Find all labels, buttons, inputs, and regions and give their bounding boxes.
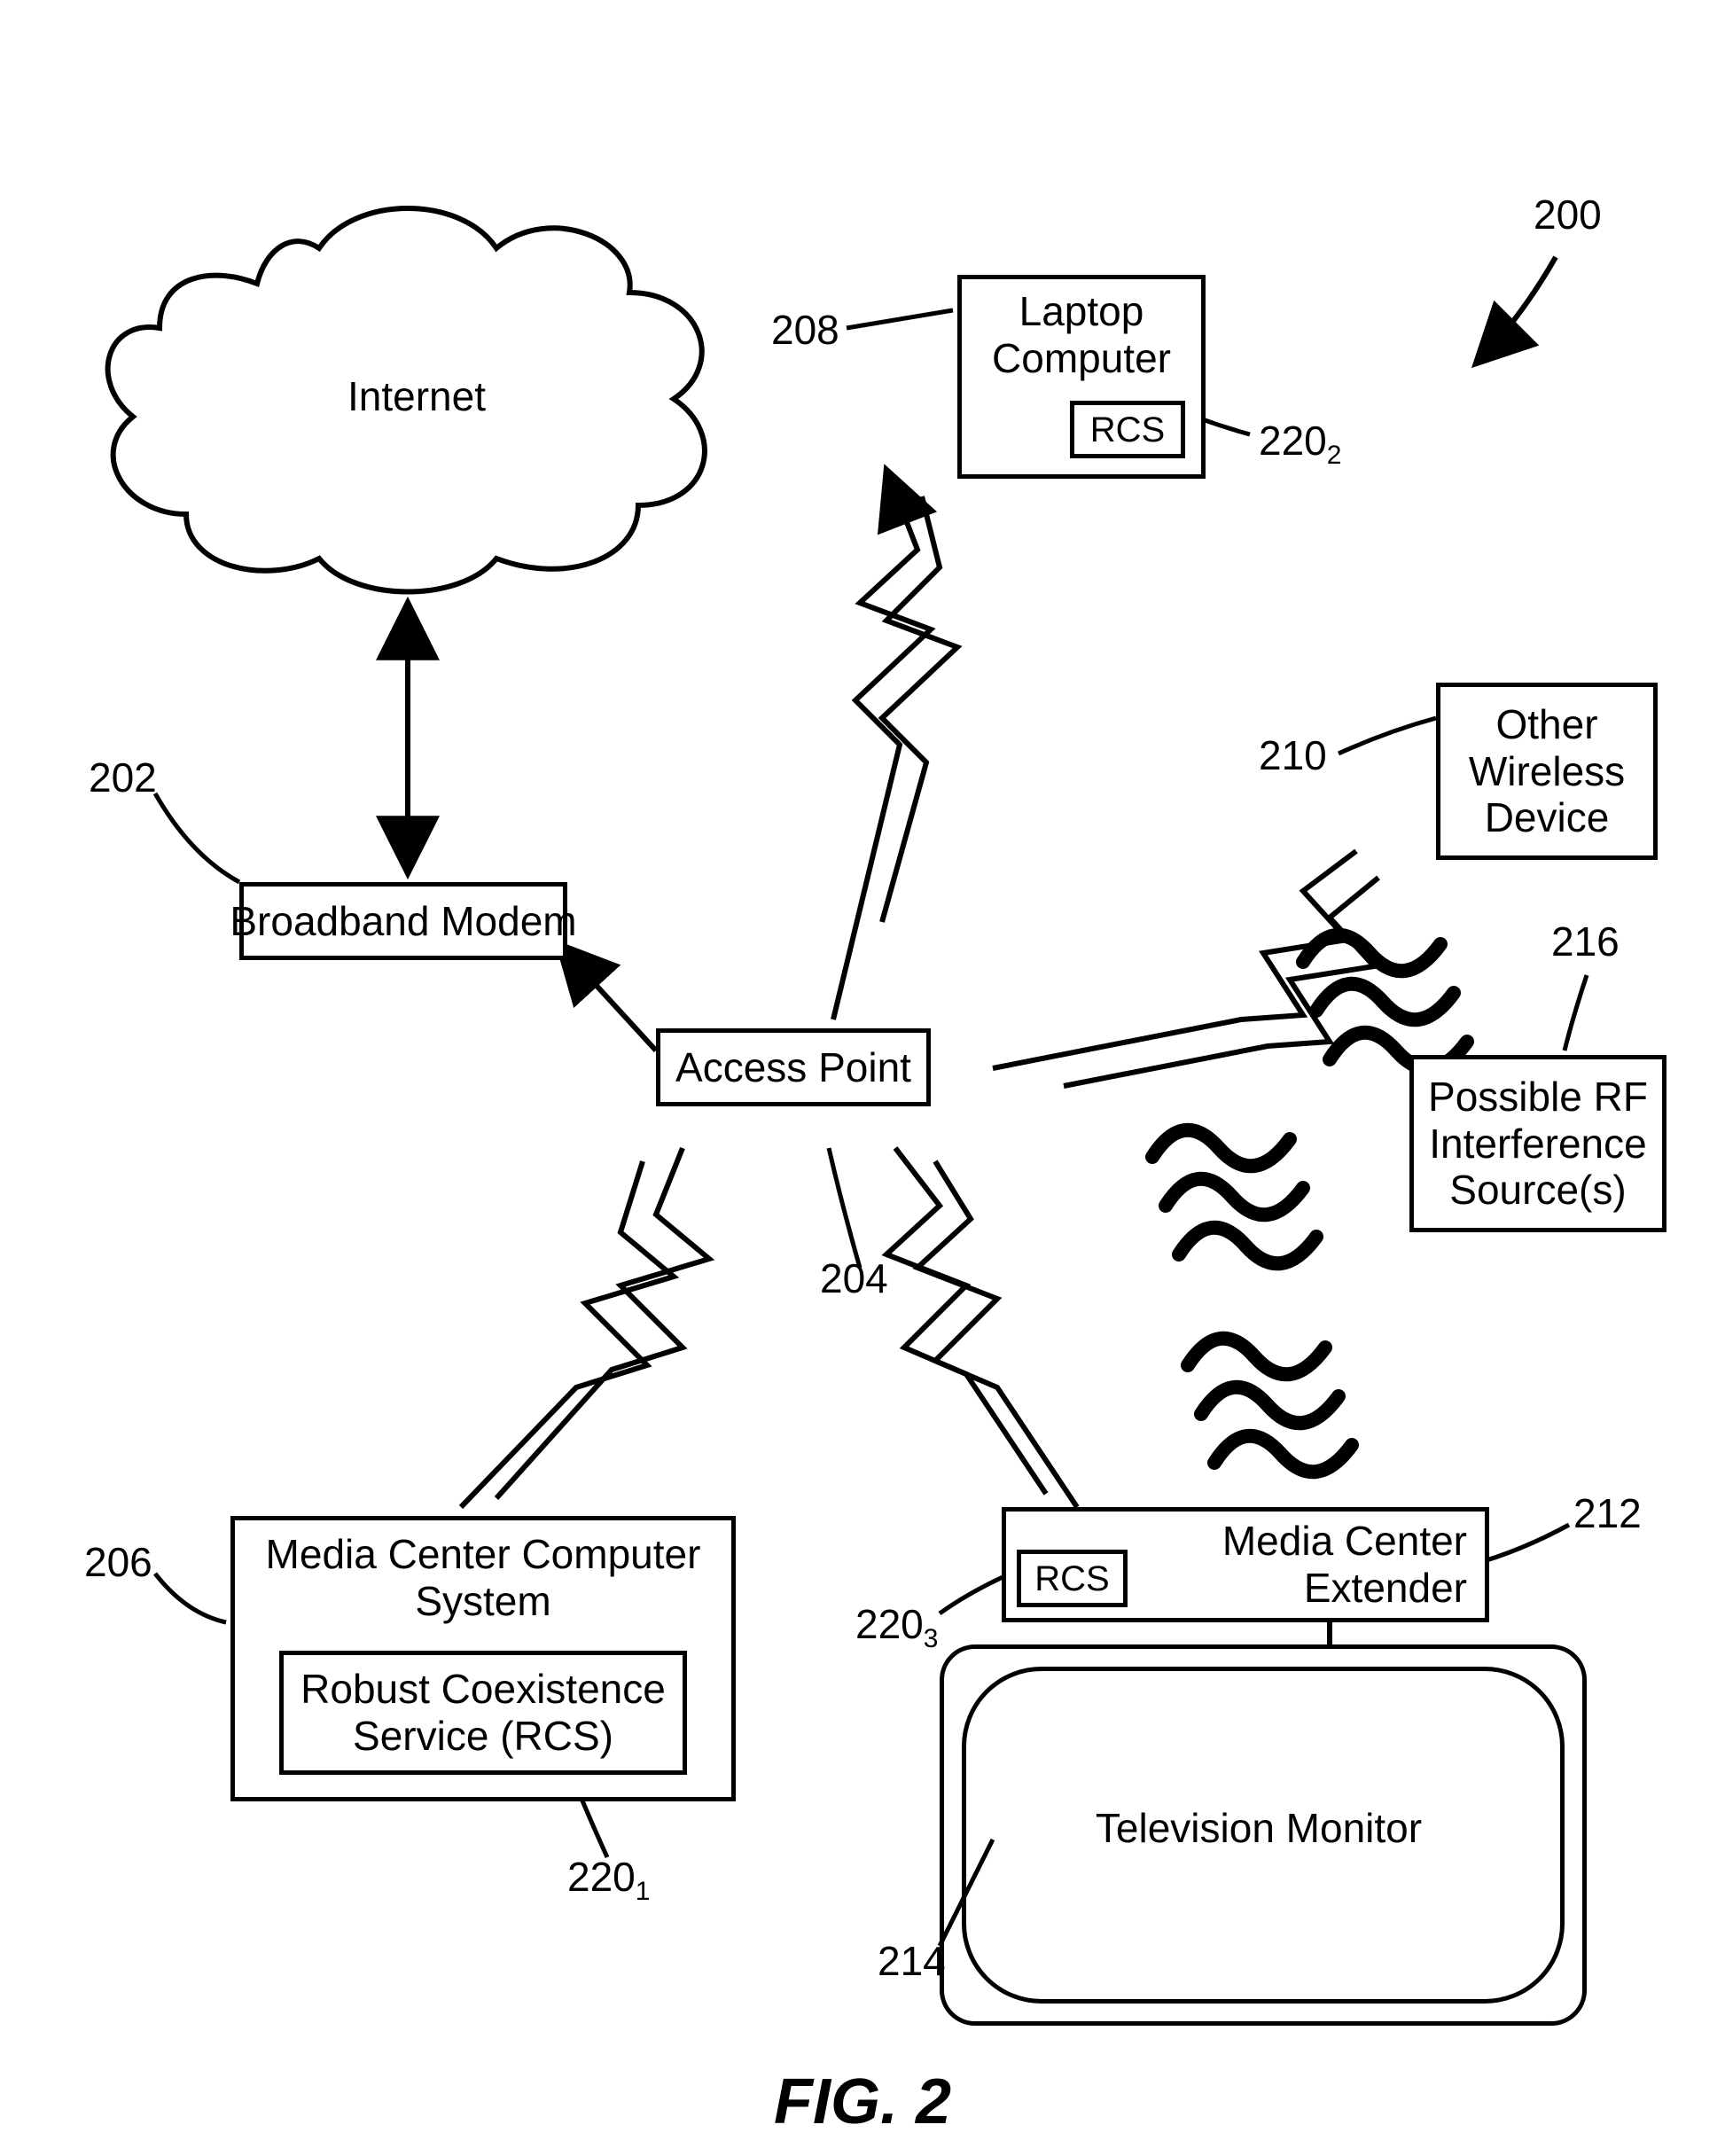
rcs-full-box: Robust Coexistence Service (RCS): [279, 1651, 687, 1775]
access-point-box: Access Point: [656, 1028, 931, 1106]
ref-206: 206: [84, 1538, 152, 1586]
laptop-box: Laptop Computer RCS: [957, 275, 1206, 479]
ref-2203: 2203: [855, 1600, 938, 1654]
ref-2203-sub: 3: [924, 1624, 939, 1653]
mc-line2: System: [415, 1578, 550, 1625]
broadband-modem-label: Broadband Modem: [230, 898, 576, 945]
ref-214: 214: [878, 1937, 946, 1985]
ref-204: 204: [820, 1254, 888, 1302]
ref-200: 200: [1534, 191, 1602, 238]
ref-2203-main: 220: [855, 1601, 924, 1647]
ref-2202: 2202: [1259, 417, 1341, 471]
rf-line1: Possible RF: [1428, 1074, 1648, 1121]
rcs-full-line2: Service (RCS): [353, 1713, 613, 1760]
laptop-rcs-label: RCS: [1090, 410, 1165, 450]
rcs-full-line1: Robust Coexistence: [301, 1666, 666, 1713]
laptop-rcs-box: RCS: [1070, 401, 1185, 458]
other-wireless-box: Other Wireless Device: [1436, 683, 1658, 860]
access-point-label: Access Point: [675, 1044, 911, 1091]
ref-2202-main: 220: [1259, 418, 1327, 464]
diagram-stage: Internet Broadband Modem Access Point La…: [0, 0, 1725, 2156]
ref-2201: 2201: [567, 1853, 650, 1907]
rf-line2: Interference: [1429, 1121, 1646, 1168]
laptop-line1: Laptop: [1019, 288, 1144, 335]
figure-caption: FIG. 2: [0, 2066, 1725, 2138]
ext-line1: Media Center: [1222, 1518, 1467, 1565]
laptop-line2: Computer: [992, 335, 1171, 382]
tv-label: Television Monitor: [1081, 1804, 1436, 1852]
ref-202: 202: [89, 754, 157, 801]
rf-line3: Source(s): [1449, 1167, 1626, 1214]
ref-2201-main: 220: [567, 1854, 636, 1900]
ref-216: 216: [1551, 918, 1620, 965]
extender-rcs-box: RCS: [1017, 1550, 1128, 1607]
media-center-box: Media Center Computer System Robust Coex…: [230, 1516, 736, 1801]
other-line1: Other: [1495, 701, 1597, 748]
extender-rcs-label: RCS: [1034, 1558, 1109, 1599]
mc-line1: Media Center Computer: [266, 1531, 701, 1578]
other-line3: Device: [1485, 794, 1610, 841]
ext-line2: Extender: [1304, 1565, 1467, 1612]
other-line2: Wireless: [1469, 748, 1625, 795]
rf-box: Possible RF Interference Source(s): [1409, 1055, 1666, 1232]
ref-2201-sub: 1: [636, 1877, 651, 1906]
extender-box: Media Center Extender RCS: [1002, 1507, 1489, 1622]
internet-label: Internet: [319, 372, 514, 420]
ref-208: 208: [771, 306, 839, 354]
ref-212: 212: [1573, 1489, 1642, 1537]
broadband-modem-box: Broadband Modem: [239, 882, 567, 960]
ref-210: 210: [1259, 731, 1327, 779]
ref-2202-sub: 2: [1327, 441, 1342, 470]
